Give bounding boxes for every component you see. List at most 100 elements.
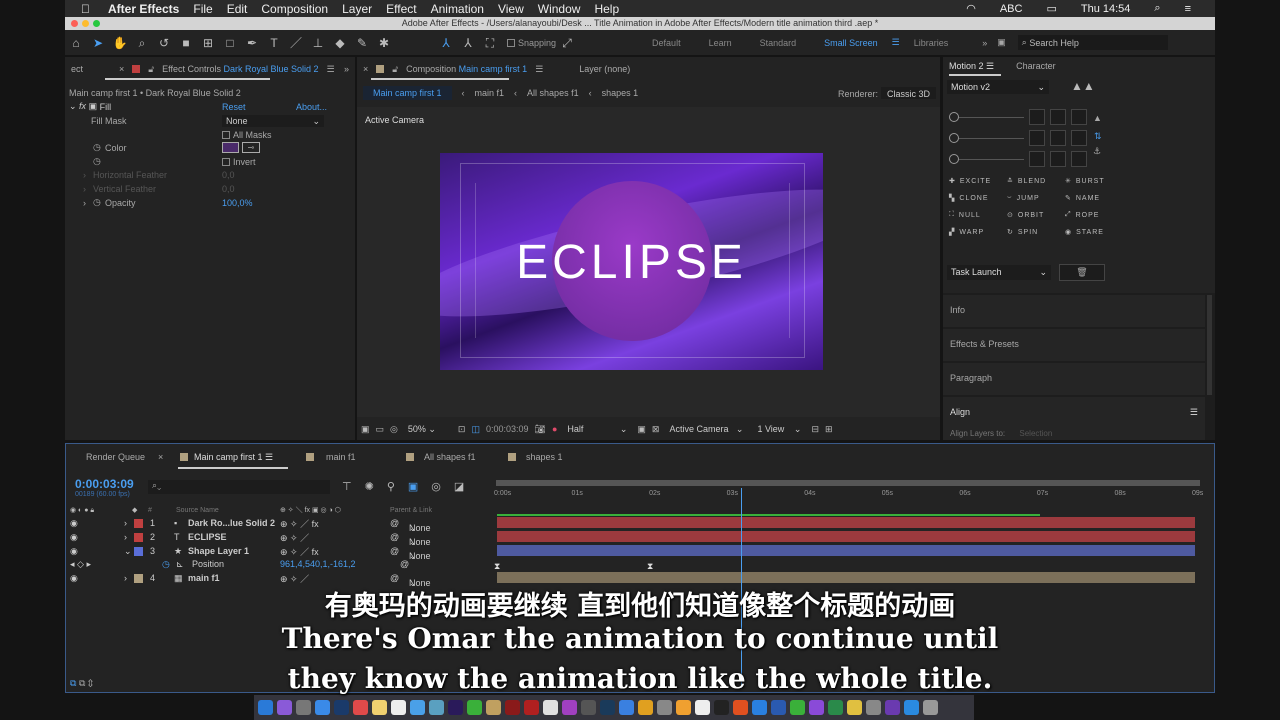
more-workspaces-icon[interactable]: » [982,38,987,48]
layer-switches[interactable]: ⊕ ✧ ／ [280,572,309,585]
clock[interactable]: Thu 14:54 [1081,3,1131,15]
paragraph-section[interactable]: Paragraph [943,363,1205,395]
label-color[interactable] [134,533,143,542]
label-color[interactable] [134,519,143,528]
motion-blur-icon[interactable]: ◎ [431,480,441,493]
anchor-left-button[interactable] [1029,130,1045,146]
expand-layer-icon[interactable]: ⌄ [124,546,132,557]
draft-3d-icon[interactable]: ✺ [365,480,374,493]
pickwhip-icon[interactable]: @ [390,573,399,583]
time-ruler[interactable]: 0:00s 01s 02s 03s 04s 05s 06s 07s 08s 09s [494,480,1203,504]
lock-icon[interactable]: 🔓︎ [148,64,154,75]
work-area-bar[interactable] [497,514,1040,516]
dock-app-icon[interactable] [486,700,501,715]
layer-name[interactable]: Dark Ro...lue Solid 2 [188,518,275,528]
zoom-window-button[interactable] [93,20,100,27]
dock-app-icon[interactable] [258,700,273,715]
excite-button[interactable]: ✚ EXCITE [949,177,1007,186]
workspace-standard[interactable]: Standard [760,38,797,48]
workspace-layout-icon[interactable]: ▣ [997,37,1006,48]
tab-main-f1[interactable]: main f1 [326,452,406,462]
layer-row[interactable]: ◉ › 2 T ECLIPSE ⊕ ✧ ／ @ None ⌄ [66,530,494,548]
wifi-icon[interactable]: ◠ [966,2,976,15]
dock-app-icon[interactable] [562,700,577,715]
color-swatch[interactable] [222,142,239,153]
search-help-input[interactable]: ⌕ Search Help [1017,35,1168,50]
keyframe-nav[interactable]: ◂ ◇ ▸ [70,559,91,570]
dock-app-icon[interactable] [733,700,748,715]
frame-blending-icon[interactable]: ▣ [408,480,418,493]
anchor-top-right-button[interactable] [1071,109,1087,125]
dock-app-icon[interactable] [885,700,900,715]
slider[interactable] [949,133,1024,143]
spotlight-icon[interactable]: ⌕ [1154,2,1160,15]
dock-app-icon[interactable] [391,700,406,715]
reset-link[interactable]: Reset [222,102,246,112]
expand-icon[interactable]: › [83,198,86,208]
dock-app-icon[interactable] [410,700,425,715]
rocket-icon[interactable]: ▲ [1093,113,1102,123]
crumb-main-f1[interactable]: main f1 [475,88,505,98]
visibility-eye-icon[interactable]: ◉ [70,532,78,543]
parent-link-header[interactable]: Parent & Link [390,507,432,514]
dock-app-icon[interactable] [296,700,311,715]
pickwhip-icon[interactable]: @ [390,518,399,528]
about-link[interactable]: About... [296,102,327,112]
crumb-main-camp-first-1[interactable]: Main camp first 1 [363,86,452,100]
layer-switches[interactable]: ⊕ ✧ ／ [280,531,309,544]
opacity-value[interactable]: 100,0% [222,198,253,208]
dock-app-icon[interactable] [809,700,824,715]
dock-app-icon[interactable] [334,700,349,715]
anchor-bottom-button[interactable] [1050,151,1066,167]
dock-app-icon[interactable] [467,700,482,715]
workspace-learn[interactable]: Learn [709,38,732,48]
horizontal-feather-value[interactable]: 0,0 [222,170,235,180]
tab-shapes-1[interactable]: shapes 1 [526,452,563,462]
menu-effect[interactable]: Effect [386,2,416,16]
tab-render-queue[interactable]: Render Queue [86,452,158,462]
menu-view[interactable]: View [498,2,524,16]
dock-app-icon[interactable] [581,700,596,715]
layer-duration-bar[interactable] [497,531,1195,542]
brush-tool-icon[interactable]: ／ [288,36,304,50]
apple-icon[interactable]:  [81,2,90,16]
eraser-tool-icon[interactable]: ◆ [332,36,348,50]
anchor-top-button[interactable] [1050,109,1066,125]
task-launch-dropdown[interactable]: Task Launch ⌄ [947,265,1051,280]
dock-app-icon[interactable] [866,700,881,715]
renderer-button[interactable]: Classic 3D [881,87,937,99]
home-icon[interactable]: ⌂ [68,36,84,50]
keyframe[interactable]: ⧗ [494,561,500,572]
expand-layer-icon[interactable]: › [124,573,127,583]
menu-window[interactable]: Window [538,2,581,16]
stopwatch-icon[interactable]: ◷ [93,197,101,208]
dock-app-icon[interactable] [752,700,767,715]
dock-app-icon[interactable] [676,700,691,715]
anchor-bottom-right-button[interactable] [1071,151,1087,167]
menu-layer[interactable]: Layer [342,2,372,16]
graph-icon[interactable]: ⊾ [176,559,184,570]
dock-app-icon[interactable] [638,700,653,715]
layer-row[interactable]: ◉ ⌄ 3 ★ Shape Layer 1 ⊕ ✧ ／ fx @ None ⌄ [66,544,494,562]
close-tab-icon[interactable]: × [119,64,124,74]
arrows-icon[interactable]: ⇅ [1094,131,1102,142]
tab-all-shapes-f1[interactable]: All shapes f1 [424,452,508,462]
close-window-button[interactable] [71,20,78,27]
layer-search-input[interactable]: ⌕⌄ [148,480,330,494]
notification-center-icon[interactable]: ≡ [1185,3,1191,15]
crumb-shapes-1[interactable]: shapes 1 [602,88,639,98]
minimize-window-button[interactable] [82,20,89,27]
anchor-center-button[interactable] [1050,130,1066,146]
slider[interactable] [949,154,1024,164]
layer-switches[interactable]: ⊕ ✧ ／ fx [280,545,319,558]
stopwatch-icon[interactable]: ◷ [162,559,170,570]
app-menu[interactable]: After Effects [108,2,179,16]
vertical-feather-value[interactable]: 0,0 [222,184,235,194]
panel-menu-icon[interactable]: ☰ [327,64,335,75]
close-tab-icon[interactable]: × [158,452,180,462]
crumb-all-shapes-f1[interactable]: All shapes f1 [527,88,579,98]
type-tool-icon[interactable]: T [266,36,282,50]
layer-tab[interactable]: Layer (none) [579,64,630,74]
layer-row[interactable]: ◉ › 1 ▪ Dark Ro...lue Solid 2 ⊕ ✧ ／ fx @ None ⌄ [66,516,494,534]
menu-composition[interactable]: Composition [261,2,328,16]
